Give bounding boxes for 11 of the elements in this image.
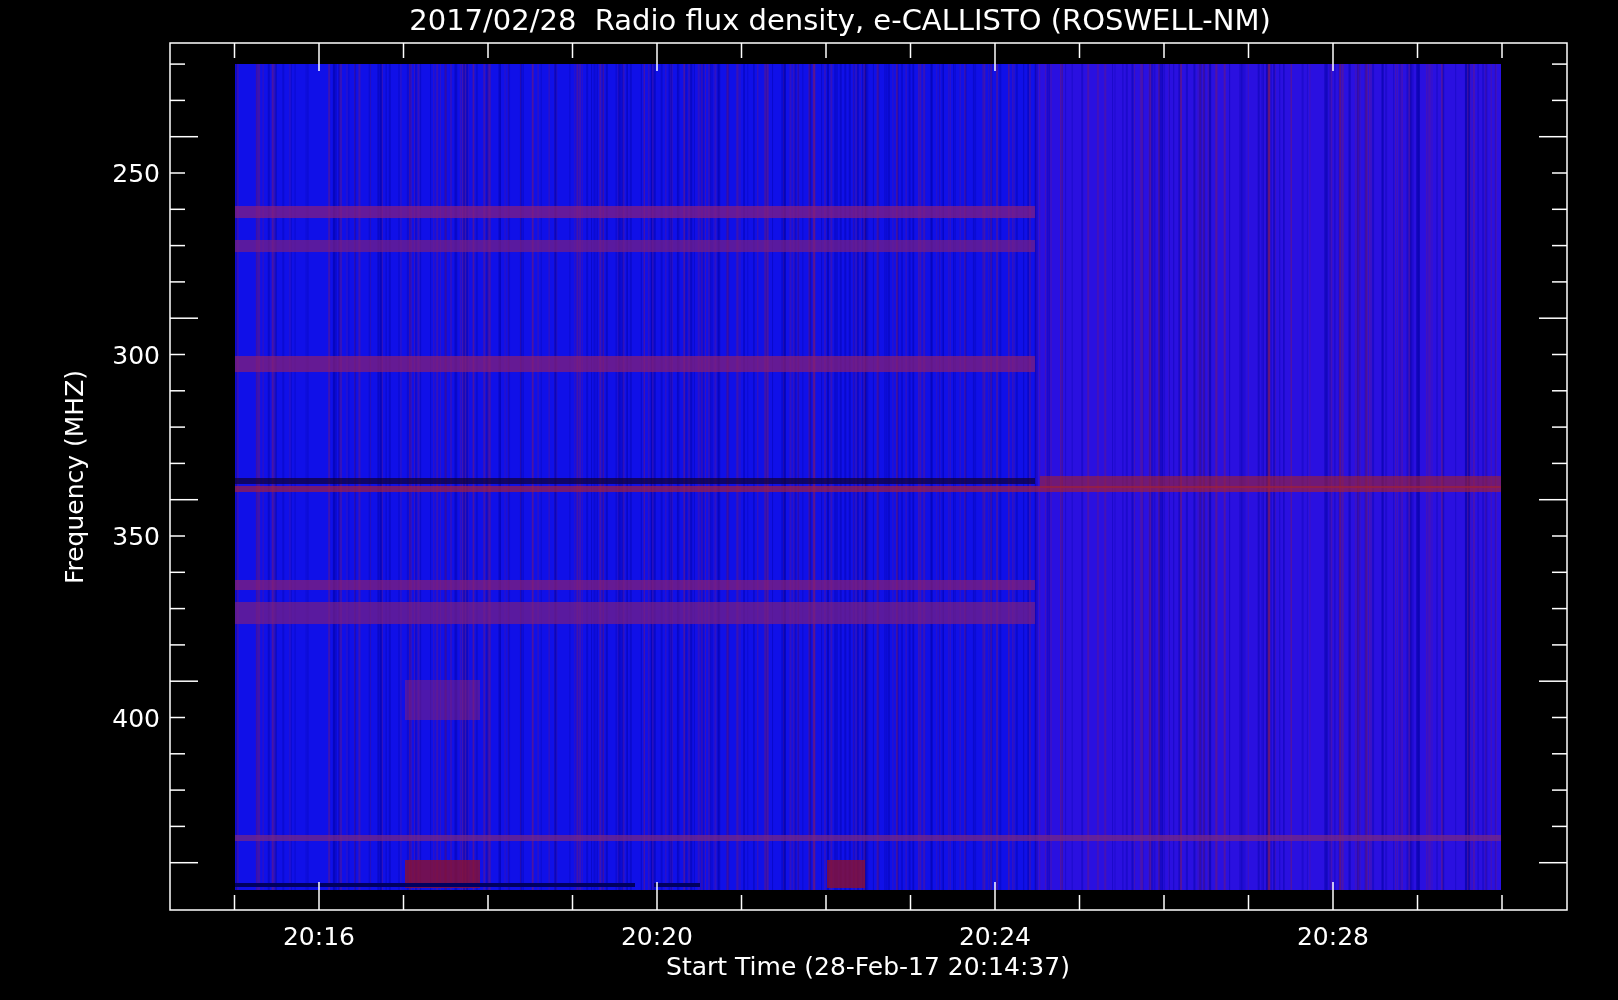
x-axis-label: Start Time (28-Feb-17 20:14:37) [666, 952, 1070, 981]
x-tick-label: 20:20 [621, 922, 693, 951]
y-tick-label: 250 [112, 159, 160, 188]
plot-title: 2017/02/28 Radio flux density, e-CALLISTO (ROSWELL-NM) [409, 3, 1271, 37]
y-axis-label: Frequency (MHZ) [60, 369, 89, 585]
x-tick-label: 20:28 [1297, 922, 1369, 951]
y-tick-label: 300 [112, 340, 160, 370]
x-tick-label: 20:16 [283, 922, 355, 951]
y-tick-label: 400 [112, 703, 160, 733]
x-tick-label: 20:24 [959, 922, 1031, 951]
y-tick-label: 350 [112, 522, 160, 551]
